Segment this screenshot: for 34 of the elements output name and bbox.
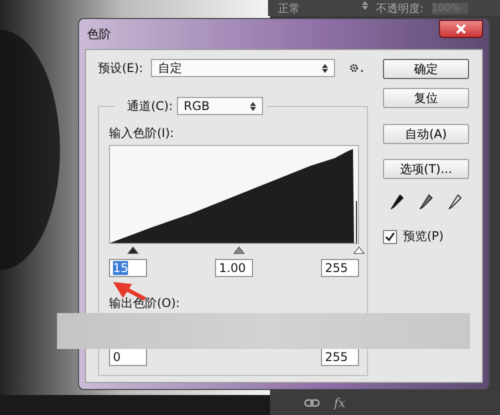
channel-select[interactable]: RGB [176, 97, 263, 115]
midtone-slider-handle[interactable] [233, 246, 245, 254]
preview-checkbox[interactable]: 预览(P) [383, 228, 469, 245]
link-icon[interactable] [304, 398, 320, 408]
check-icon [384, 230, 396, 242]
gear-icon[interactable] [349, 63, 365, 73]
close-icon [456, 24, 466, 34]
dialog-button[interactable]: 复位 [383, 88, 469, 108]
updown-arrows-icon [362, 0, 368, 10]
shadow-slider-handle[interactable] [127, 246, 140, 254]
highlight-slider-handle[interactable] [353, 246, 365, 254]
eyedropper-icon[interactable] [390, 194, 404, 210]
opacity-label: 不透明度: [376, 0, 424, 16]
output-field[interactable]: 255 [321, 348, 359, 366]
output-field[interactable]: 0 [109, 348, 147, 366]
channel-label: 通道(C): [126, 98, 173, 114]
blend-mode-select[interactable]: 正常 [278, 0, 368, 16]
dialog-button[interactable]: 选项(T)... [383, 159, 469, 179]
updown-arrows-icon [322, 64, 328, 72]
preset-select[interactable]: 自定 [151, 59, 335, 77]
dialog-button[interactable]: 确定 [383, 59, 469, 79]
preset-label: 预设(E): [98, 60, 143, 76]
eyedropper-icon[interactable] [418, 194, 433, 210]
dialog-button[interactable]: 自动(A) [383, 124, 469, 144]
output-levels-label: 输出色阶(O): [109, 295, 181, 312]
input-levels-label: 输入色阶(I): [109, 125, 175, 142]
close-button[interactable] [439, 20, 483, 38]
fx-button[interactable]: fx [334, 396, 346, 410]
input-field[interactable]: 1.00 [215, 259, 253, 277]
eyedropper-icon[interactable] [448, 194, 462, 210]
updown-arrows-icon [250, 102, 256, 110]
window-title: 色阶 [86, 26, 111, 42]
input-field[interactable]: 255 [321, 259, 359, 277]
input-field[interactable]: 15 [109, 259, 147, 277]
